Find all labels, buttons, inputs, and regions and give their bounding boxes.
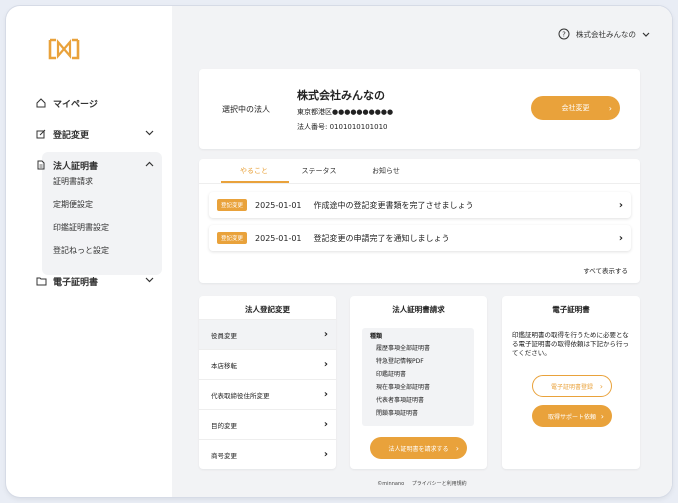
- change-company-label: 会社変更: [561, 104, 590, 112]
- sidebar-item-mypage[interactable]: マイページ: [36, 92, 162, 114]
- task-badge: 登記変更: [217, 232, 248, 244]
- selected-company-card: 選択中の法人 株式会社みんなの 東京都港区●●●●●●●●●● 法人番号: 01…: [199, 69, 640, 149]
- certificate-type: 履歴事項全部証明書: [376, 345, 431, 352]
- sidebar-subitem-certificate-request[interactable]: 証明書請求: [53, 176, 93, 187]
- sidebar: マイページ 登記変更 法人証明書 証明書請求 定期便設定 印鑑証明書設定 登記ね…: [18, 18, 172, 488]
- app-window: マイページ 登記変更 法人証明書 証明書請求 定期便設定 印鑑証明書設定 登記ね…: [6, 6, 672, 497]
- tab-divider: [199, 183, 640, 184]
- list-item-label: 代表取締役住所変更: [211, 391, 270, 400]
- company-menu[interactable]: ? 株式会社みんなの: [558, 28, 650, 40]
- list-item-label: 本店移転: [211, 361, 237, 370]
- task-item[interactable]: 登記変更 2025-01-01 作成途中の登記変更書類を完了させましょう ›: [209, 192, 631, 218]
- footer: ©minnano プライバシーと利用規約: [172, 480, 672, 487]
- sidebar-subitem-seal-certificate[interactable]: 印鑑証明書設定: [53, 222, 109, 233]
- e-cert-register-label: 電子証明書登録: [550, 383, 593, 391]
- support-request-button[interactable]: 取得サポート依頼 ›: [532, 405, 612, 427]
- main-content: ? 株式会社みんなの 選択中の法人 株式会社みんなの 東京都港区●●●●●●●●…: [172, 6, 672, 497]
- document-icon: [36, 160, 48, 170]
- task-item[interactable]: 登記変更 2025-01-01 登記変更の申請完了を通知しましょう ›: [209, 225, 631, 251]
- e-cert-card-title: 電子証明書: [552, 305, 590, 314]
- chevron-right-icon: ›: [323, 449, 328, 460]
- tasks-card: やること ステータス お知らせ 登記変更 2025-01-01 作成途中の登記変…: [199, 159, 640, 283]
- chevron-right-icon: ›: [618, 232, 623, 244]
- sidebar-item-label: 登記変更: [53, 130, 90, 141]
- support-request-label: 取得サポート依頼: [547, 413, 596, 421]
- chevron-right-icon: ›: [455, 443, 459, 453]
- chevron-right-icon: ›: [599, 381, 603, 391]
- list-item-label: 役員変更: [211, 331, 237, 340]
- chevron-right-icon: ›: [323, 389, 328, 400]
- registration-change-card: 法人登記変更 役員変更 › 本店移転 › 代表取締役住所変更 › 目的変更 › …: [199, 296, 336, 469]
- chevron-right-icon: ›: [323, 419, 328, 430]
- chevron-down-icon: [145, 129, 154, 139]
- footer-copyright: ©minnano: [377, 481, 405, 487]
- list-item-officer-change[interactable]: 役員変更 ›: [199, 319, 336, 349]
- certificate-type: 印鑑証明書: [376, 371, 407, 378]
- tab-notices[interactable]: お知らせ: [346, 166, 426, 176]
- help-icon[interactable]: ?: [558, 28, 570, 40]
- task-text: 作成途中の登記変更書類を完了させましょう: [313, 200, 474, 210]
- certificate-type: 代表者事項証明書: [376, 397, 425, 404]
- chevron-right-icon: ›: [600, 411, 604, 421]
- list-item-trade-name-change[interactable]: 商号変更 ›: [199, 439, 336, 469]
- company-corp-number: 法人番号: 0101010101010: [297, 123, 388, 131]
- task-date: 2025-01-01: [255, 233, 302, 243]
- list-item-head-office-move[interactable]: 本店移転 ›: [199, 349, 336, 379]
- chevron-right-icon: ›: [618, 199, 623, 211]
- home-icon: [36, 98, 48, 108]
- certificate-type: 特急登記情報PDF: [376, 358, 424, 365]
- task-text: 登記変更の申請完了を通知しましょう: [313, 233, 450, 243]
- selected-company-label: 選択中の法人: [222, 105, 270, 114]
- certificate-types-label: 種類: [370, 333, 383, 340]
- sidebar-item-registration-change[interactable]: 登記変更: [36, 123, 162, 145]
- company-menu-label: 株式会社みんなの: [576, 29, 636, 39]
- list-item-label: 目的変更: [211, 421, 237, 430]
- request-certificate-button[interactable]: 法人証明書を請求する ›: [370, 437, 467, 459]
- sidebar-subitem-regular-delivery[interactable]: 定期便設定: [53, 199, 93, 210]
- edit-icon: [36, 129, 48, 139]
- svg-text:?: ?: [562, 31, 566, 39]
- sidebar-item-label: 電子証明書: [53, 277, 99, 288]
- chevron-right-icon: ›: [323, 329, 328, 340]
- footer-privacy-link[interactable]: プライバシーと利用規約: [412, 481, 467, 487]
- folder-icon: [36, 276, 48, 286]
- request-certificate-label: 法人証明書を請求する: [388, 445, 449, 453]
- task-badge: 登記変更: [217, 199, 248, 211]
- show-all-link[interactable]: すべて表示する: [583, 265, 628, 275]
- registration-card-title: 法人登記変更: [245, 305, 290, 314]
- certificate-card-title: 法人証明書請求: [392, 305, 445, 314]
- sidebar-item-label: マイページ: [53, 99, 98, 110]
- e-cert-description: 印鑑証明書の取得を行うために必要となる電子証明書の取得依頼は下記から行ってくださ…: [512, 331, 629, 358]
- chevron-right-icon: ›: [608, 103, 612, 113]
- task-date: 2025-01-01: [255, 200, 302, 210]
- chevron-up-icon: [145, 160, 154, 170]
- logo-icon[interactable]: [48, 38, 80, 64]
- list-item-representative-address[interactable]: 代表取締役住所変更 ›: [199, 379, 336, 409]
- list-item-label: 商号変更: [211, 451, 237, 460]
- sidebar-subitem-touki-net[interactable]: 登記ねっと設定: [53, 245, 109, 256]
- chevron-down-icon: [642, 32, 650, 37]
- company-address: 東京都港区●●●●●●●●●●: [297, 108, 394, 116]
- certificate-request-card: 法人証明書請求 種類 履歴事項全部証明書 特急登記情報PDF 印鑑証明書 現在事…: [350, 296, 487, 469]
- company-name: 株式会社みんなの: [297, 89, 385, 102]
- e-certificate-card: 電子証明書 印鑑証明書の取得を行うために必要となる電子証明書の取得依頼は下記から…: [502, 296, 640, 469]
- certificate-type: 現在事項全部証明書: [376, 384, 431, 391]
- sidebar-item-label: 法人証明書: [53, 161, 99, 172]
- e-cert-register-button[interactable]: 電子証明書登録 ›: [532, 375, 612, 397]
- sidebar-item-e-certificate[interactable]: 電子証明書: [36, 270, 162, 292]
- chevron-down-icon: [145, 276, 154, 286]
- sidebar-item-corporate-certificate[interactable]: 法人証明書: [36, 154, 162, 176]
- certificate-types-box: 種類 履歴事項全部証明書 特急登記情報PDF 印鑑証明書 現在事項全部証明書 代…: [362, 328, 474, 426]
- change-company-button[interactable]: 会社変更 ›: [531, 96, 620, 120]
- chevron-right-icon: ›: [323, 359, 328, 370]
- certificate-type: 閉鎖事項証明書: [376, 410, 419, 417]
- list-item-purpose-change[interactable]: 目的変更 ›: [199, 409, 336, 439]
